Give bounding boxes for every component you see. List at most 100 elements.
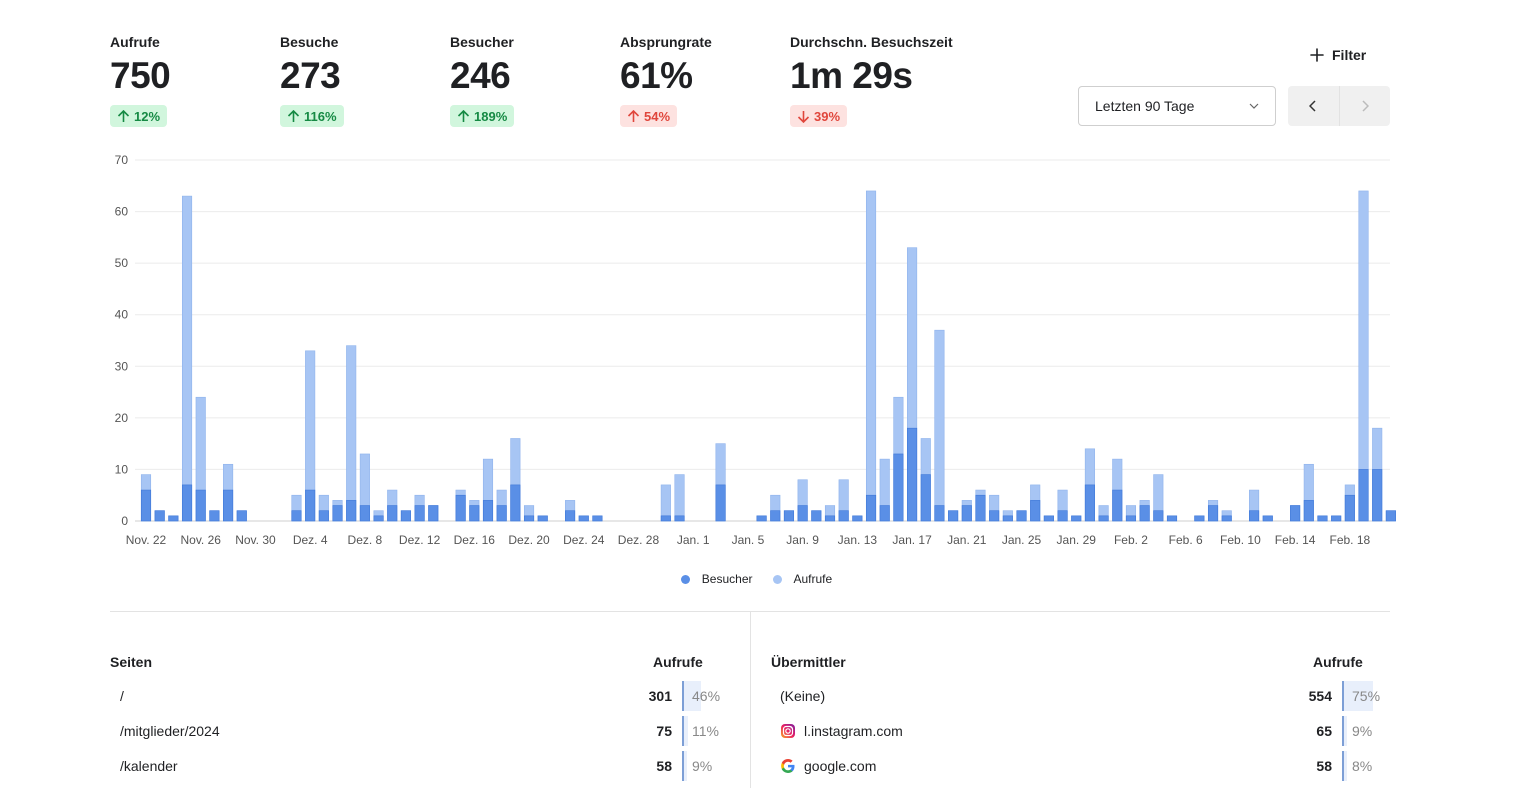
bar-pageviews[interactable]: [346, 345, 357, 522]
bar-visitors[interactable]: [592, 515, 603, 522]
metric-4[interactable]: Durchschn. Besuchszeit 1m 29s 39%: [790, 34, 953, 128]
bar-visitors[interactable]: [1112, 489, 1123, 522]
table-row[interactable]: /mitglieder/2024 75 11%: [110, 716, 722, 746]
bar-visitors[interactable]: [1153, 510, 1164, 522]
bar-visitors[interactable]: [181, 484, 193, 522]
bar-visitors[interactable]: [934, 505, 945, 522]
table-row[interactable]: (Keine) 554 75%: [770, 681, 1382, 711]
bar-pageviews[interactable]: [674, 474, 685, 522]
x-tick-label: Feb. 2: [1114, 533, 1148, 547]
bar-pageviews[interactable]: [181, 195, 193, 522]
bar-visitors[interactable]: [168, 515, 179, 522]
bar-visitors[interactable]: [482, 500, 494, 522]
bar-visitors[interactable]: [1221, 515, 1232, 522]
bar-visitors[interactable]: [1057, 510, 1068, 522]
bar-visitors[interactable]: [565, 510, 576, 522]
bar-visitors[interactable]: [346, 500, 357, 522]
bar-visitors[interactable]: [1262, 515, 1273, 522]
bar-visitors[interactable]: [893, 453, 904, 522]
bar-visitors[interactable]: [469, 505, 480, 522]
metric-3[interactable]: Absprungrate 61% 54%: [620, 34, 712, 128]
bar-visitors[interactable]: [359, 505, 370, 522]
bar-visitors[interactable]: [400, 510, 411, 522]
bar-visitors[interactable]: [414, 505, 425, 522]
bar-visitors[interactable]: [1331, 515, 1342, 522]
bar-visitors[interactable]: [1071, 515, 1082, 522]
bar-visitors[interactable]: [195, 489, 206, 522]
bar-visitors[interactable]: [1166, 515, 1178, 522]
bar-visitors[interactable]: [1317, 515, 1328, 522]
bar-visitors[interactable]: [223, 489, 234, 522]
bar-visitors[interactable]: [852, 515, 863, 522]
bar-visitors[interactable]: [879, 505, 890, 522]
bar-visitors[interactable]: [332, 505, 343, 522]
bar-visitors[interactable]: [1125, 515, 1137, 522]
bar-visitors[interactable]: [510, 484, 521, 522]
bar-visitors[interactable]: [523, 515, 535, 522]
previous-period-button[interactable]: [1288, 86, 1340, 126]
metric-2[interactable]: Besucher 246 189%: [450, 34, 515, 128]
next-period-button[interactable]: [1339, 86, 1390, 126]
bar-visitors[interactable]: [1098, 515, 1109, 522]
bar-visitors[interactable]: [838, 510, 849, 522]
bar-visitors[interactable]: [907, 427, 918, 522]
bar-visitors[interactable]: [770, 510, 781, 522]
table-row[interactable]: /kalender 58 9%: [110, 751, 722, 781]
legend-item-visitors[interactable]: Besucher: [680, 572, 753, 586]
bar-visitors[interactable]: [1249, 510, 1260, 522]
bar-visitors[interactable]: [989, 510, 1000, 522]
bar-visitors[interactable]: [428, 505, 439, 522]
bar-visitors[interactable]: [537, 515, 548, 522]
table-row[interactable]: google.com 58 8%: [770, 751, 1382, 781]
bar-visitors[interactable]: [824, 515, 836, 522]
bar-visitors[interactable]: [1344, 494, 1355, 522]
bar-visitors[interactable]: [373, 515, 384, 522]
metric-1[interactable]: Besuche 273 116%: [280, 34, 344, 128]
bar-visitors[interactable]: [496, 505, 507, 522]
bar-visitors[interactable]: [865, 494, 877, 522]
bar-visitors[interactable]: [291, 510, 302, 522]
bar-visitors[interactable]: [715, 484, 726, 522]
bar-visitors[interactable]: [1290, 505, 1301, 522]
bar-visitors[interactable]: [1207, 505, 1219, 522]
legend-item-pageviews[interactable]: Aufrufe: [772, 572, 832, 586]
bar-visitors[interactable]: [455, 494, 466, 522]
bar-pageviews[interactable]: [865, 190, 877, 522]
table-row[interactable]: l.instagram.com 65 9%: [770, 716, 1382, 746]
date-range-select[interactable]: Letzten 90 Tage: [1078, 86, 1276, 126]
bar-visitors[interactable]: [1385, 510, 1396, 522]
bar-visitors[interactable]: [305, 489, 316, 522]
bar-visitors[interactable]: [387, 505, 398, 522]
bar-visitors[interactable]: [1194, 515, 1205, 522]
bar-visitors[interactable]: [140, 489, 152, 522]
bar-visitors[interactable]: [961, 505, 972, 522]
bar-visitors[interactable]: [1372, 469, 1383, 522]
bar-visitors[interactable]: [154, 510, 165, 522]
bar-visitors[interactable]: [1303, 500, 1314, 522]
bar-visitors[interactable]: [783, 510, 795, 522]
bar-visitors[interactable]: [797, 505, 808, 522]
bar-visitors[interactable]: [1016, 510, 1027, 522]
bar-visitors[interactable]: [1139, 505, 1150, 522]
bar-visitors[interactable]: [1084, 484, 1095, 522]
filter-button[interactable]: Filter: [1310, 43, 1366, 67]
bar-visitors[interactable]: [920, 474, 931, 522]
bar-visitors[interactable]: [1002, 515, 1013, 522]
bar-visitors[interactable]: [660, 515, 671, 522]
bar-visitors[interactable]: [811, 510, 822, 522]
bar-visitors[interactable]: [674, 515, 685, 522]
bar-visitors[interactable]: [236, 510, 247, 522]
bar-visitors[interactable]: [1043, 515, 1054, 522]
metric-label: Besucher: [450, 34, 514, 50]
bar-pageviews[interactable]: [934, 329, 945, 522]
bar-visitors[interactable]: [1030, 500, 1041, 522]
table-row[interactable]: / 301 46%: [110, 681, 722, 711]
bar-visitors[interactable]: [1358, 469, 1369, 522]
bar-visitors[interactable]: [756, 515, 767, 522]
bar-visitors[interactable]: [209, 510, 220, 522]
bar-visitors[interactable]: [318, 510, 329, 522]
bar-visitors[interactable]: [975, 494, 986, 522]
bar-visitors[interactable]: [578, 515, 589, 522]
bar-visitors[interactable]: [948, 510, 959, 522]
metric-0[interactable]: Aufrufe 750 12%: [110, 34, 171, 128]
